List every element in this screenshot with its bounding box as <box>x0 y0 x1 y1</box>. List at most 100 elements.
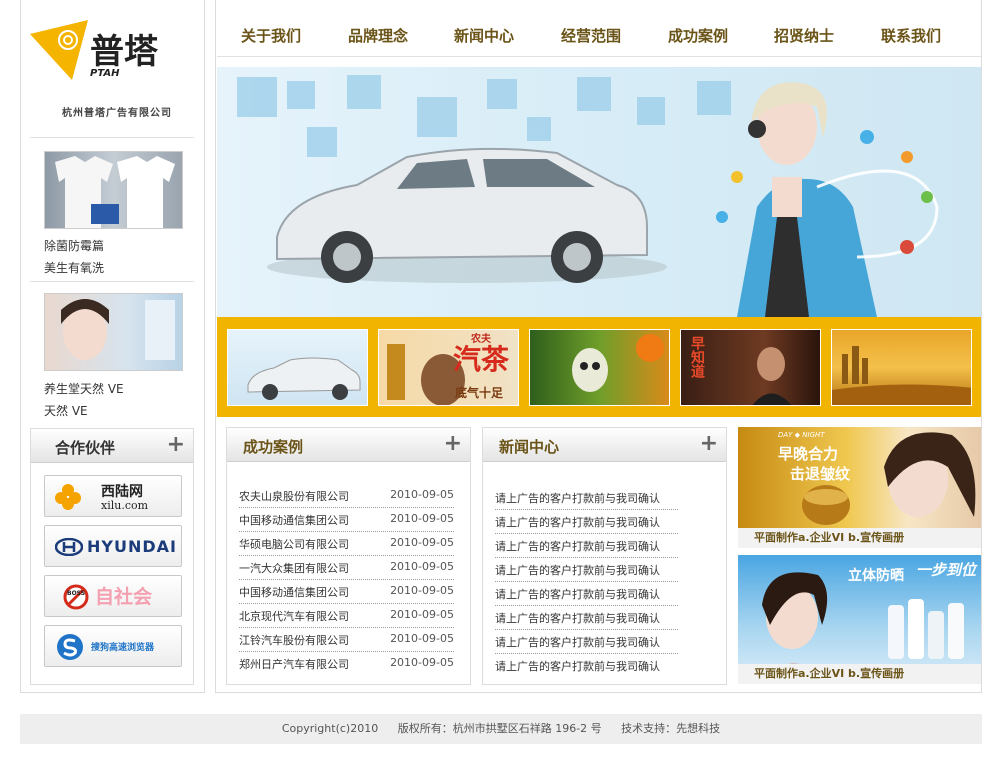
table-row[interactable]: 郑州日产汽车有限公司 2010-09-05 <box>239 652 454 676</box>
footer-rights: 版权所有：杭州市拱墅区石祥路 196-2 号 <box>397 722 602 735</box>
list-item[interactable]: 请上广告的客户打款前与我司确认 <box>495 510 678 534</box>
city-sunset-image <box>832 346 971 405</box>
case-date: 2010-09-05 <box>390 656 454 669</box>
news-title: 请上广告的客户打款前与我司确认 <box>495 492 660 505</box>
news-box: 新闻中心 + 请上广告的客户打款前与我司确认 请上广告的客户打款前与我司确认 请… <box>482 427 727 685</box>
table-row[interactable]: 江铃汽车股份有限公司 2010-09-05 <box>239 628 454 652</box>
side-link-2b[interactable]: 天然 VE <box>44 402 88 419</box>
table-row[interactable]: 北京现代汽车有限公司 2010-09-05 <box>239 604 454 628</box>
partner-logo-boss[interactable]: BOSS 自社会 <box>44 575 182 617</box>
case-date: 2010-09-05 <box>390 608 454 621</box>
list-item[interactable]: 请上广告的客户打款前与我司确认 <box>495 486 678 510</box>
cases-box-title: 成功案例 <box>243 438 304 456</box>
strip-thumb-city[interactable] <box>831 329 972 406</box>
partner-xilu-sub: xilu.com <box>101 499 149 512</box>
list-item[interactable]: 请上广告的客户打款前与我司确认 <box>495 606 678 630</box>
side-link-1a[interactable]: 除菌防霉篇 <box>44 237 104 254</box>
list-item[interactable]: 请上广告的客户打款前与我司确认 <box>495 582 678 606</box>
case-date: 2010-09-05 <box>390 632 454 645</box>
news-title: 请上广告的客户打款前与我司确认 <box>495 612 660 625</box>
cases-box: 成功案例 + 农夫山泉股份有限公司 2010-09-05 中国移动通信集团公司 20… <box>226 427 471 685</box>
partner-logo-sogou[interactable]: 搜狗高速浏览器 <box>44 625 182 667</box>
list-item[interactable]: 请上广告的客户打款前与我司确认 <box>495 630 678 654</box>
case-name: 中国移动通信集团公司 <box>239 514 349 527</box>
news-box-title: 新闻中心 <box>499 438 560 456</box>
nav-contact[interactable]: 联系我们 <box>881 25 941 46</box>
nav-scope[interactable]: 经营范围 <box>561 25 621 46</box>
partner-boss-badge: BOSS <box>67 590 86 597</box>
partner-boss-text: 自社会 <box>95 586 153 608</box>
sogou-icon <box>57 634 83 660</box>
table-row[interactable]: 中国移动通信集团公司 2010-09-05 <box>239 580 454 604</box>
side-link-2a[interactable]: 养生堂天然 VE <box>44 380 124 397</box>
company-name: 杭州普塔广告有限公司 <box>62 108 172 119</box>
case-date: 2010-09-05 <box>390 536 454 549</box>
strip-thumb-car[interactable] <box>227 329 368 406</box>
logo-text: 普塔 <box>90 32 158 72</box>
table-row[interactable]: 农夫山泉股份有限公司 2010-09-05 <box>239 484 454 508</box>
hyundai-icon <box>55 538 83 556</box>
case-name: 江铃汽车股份有限公司 <box>239 634 349 647</box>
tea-slogan: 底气十足 <box>455 386 504 400</box>
case-name: 农夫山泉股份有限公司 <box>239 490 349 503</box>
woman-portrait-image <box>61 299 175 360</box>
news-title: 请上广告的客户打款前与我司确认 <box>495 540 660 553</box>
news-title: 请上广告的客户打款前与我司确认 <box>495 516 660 529</box>
case-name: 郑州日产汽车有限公司 <box>239 658 349 671</box>
strip-thumb-cartoon[interactable] <box>529 329 670 406</box>
news-title: 请上广告的客户打款前与我司确认 <box>495 564 660 577</box>
logo[interactable]: 普塔 PTAH <box>28 18 198 88</box>
case-name: 中国移动通信集团公司 <box>239 586 349 599</box>
nav-jobs[interactable]: 招贤纳士 <box>774 25 834 46</box>
cases-box-header: 成功案例 + <box>227 428 470 462</box>
nav-divider <box>217 56 981 57</box>
product-thumb-tshirt[interactable] <box>44 151 183 229</box>
case-name: 北京现代汽车有限公司 <box>239 610 349 623</box>
nav-about[interactable]: 关于我们 <box>241 25 301 46</box>
partner-logo-hyundai[interactable]: HYUNDAI <box>44 525 182 567</box>
partner-box-title: 合作伙伴 <box>55 439 116 457</box>
car-thumb-image <box>247 357 361 400</box>
divider <box>30 281 194 282</box>
news-title: 请上广告的客户打款前与我司确认 <box>495 660 660 673</box>
partner-hyundai-text: HYUNDAI <box>87 537 177 556</box>
list-item[interactable]: 请上广告的客户打款前与我司确认 <box>495 654 678 678</box>
news-title: 请上广告的客户打款前与我司确认 <box>495 636 660 649</box>
partner-sogou-text: 搜狗高速浏览器 <box>91 643 155 653</box>
partner-xilu-text: 西陆网 <box>101 484 143 500</box>
strip-thumb-tea[interactable]: 农夫 汽茶 底气十足 <box>378 329 519 406</box>
case-date: 2010-09-05 <box>390 488 454 501</box>
nav-news[interactable]: 新闻中心 <box>454 25 514 46</box>
plus-icon[interactable]: + <box>167 432 185 457</box>
plus-icon[interactable]: + <box>700 431 718 456</box>
plus-icon[interactable]: + <box>444 431 462 456</box>
table-row[interactable]: 中国移动通信集团公司 2010-09-05 <box>239 508 454 532</box>
ad-sunscreen-caption: 平面制作a.企业VI b.宣传画册 <box>738 664 981 684</box>
partner-logo-xilu[interactable]: 西陆网 xilu.com <box>44 475 182 517</box>
list-item[interactable]: 请上广告的客户打款前与我司确认 <box>495 534 678 558</box>
case-date: 2010-09-05 <box>390 584 454 597</box>
flower-icon <box>55 484 81 510</box>
news-box-header: 新闻中心 + <box>483 428 726 462</box>
ad-sunscreen[interactable]: 立体防晒 一步到位 平面制作a.企业VI b.宣传画册 <box>738 555 981 684</box>
car-icon <box>267 147 667 283</box>
table-row[interactable]: 一汽大众集团有限公司 2010-09-05 <box>239 556 454 580</box>
cartoon-image <box>572 334 664 392</box>
product-thumb-ve[interactable] <box>44 293 183 371</box>
ad-skincare[interactable]: DAY ◆ NIGHT 早晚合力 击退皱纹 平面制作a.企业VI b.宣传画册 <box>738 427 981 548</box>
tshirt-image <box>55 156 175 228</box>
list-item[interactable]: 请上广告的客户打款前与我司确认 <box>495 558 678 582</box>
side-link-1b[interactable]: 美生有氧洗 <box>44 259 104 276</box>
woman-with-headphones-icon <box>737 82 877 317</box>
nav-cases[interactable]: 成功案例 <box>668 25 728 46</box>
man-image <box>752 347 792 405</box>
strip-thumb-man[interactable]: 早知道 <box>680 329 821 406</box>
case-name: 一汽大众集团有限公司 <box>239 562 349 575</box>
table-row[interactable]: 华硕电脑公司有限公司 2010-09-05 <box>239 532 454 556</box>
logo-sub: PTAH <box>90 68 120 79</box>
nav-brand[interactable]: 品牌理念 <box>348 25 408 46</box>
divider <box>30 137 194 138</box>
case-date: 2010-09-05 <box>390 512 454 525</box>
hero-banner[interactable] <box>217 67 981 317</box>
footer-support: 技术支持：先想科技 <box>621 722 721 735</box>
